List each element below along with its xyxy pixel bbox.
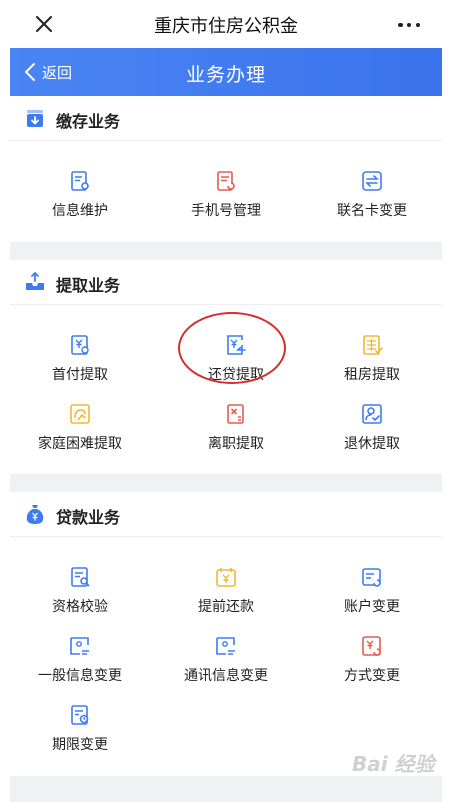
- app-header: 返回 业务办理: [10, 48, 442, 96]
- deposit-item-info-label: 信息维护: [52, 203, 108, 219]
- right-margin: [442, 0, 474, 802]
- deposit-item-phone[interactable]: 手机号管理: [156, 165, 296, 225]
- withdraw-item-resign[interactable]: 离职提取: [166, 398, 306, 458]
- window-title: 重庆市住房公积金: [154, 16, 298, 37]
- loan-item-qualify-label: 资格校验: [52, 599, 108, 615]
- more-dots-icon[interactable]: [398, 21, 420, 29]
- loan-item-contact-info-label: 通讯信息变更: [184, 668, 268, 684]
- deposit-section: 缴存业务 信息维护 手机号管理 联名卡变更: [10, 96, 442, 242]
- calendar-yen-icon: [216, 568, 236, 587]
- withdraw-section-header: 提取业务: [10, 260, 442, 305]
- withdraw-item-repay-label: 还贷提取: [208, 367, 264, 383]
- page-title: 业务办理: [185, 64, 266, 86]
- withdraw-item-downpay-label: 首付提取: [52, 367, 108, 383]
- loan-item-term[interactable]: 期限变更: [10, 699, 150, 759]
- withdraw-item-hardship-label: 家庭困难提取: [38, 436, 122, 452]
- withdraw-item-rent-label: 租房提取: [344, 367, 400, 383]
- yen-return-icon: [227, 335, 246, 355]
- info-change-icon: [70, 637, 89, 655]
- withdraw-item-retire-label: 退休提取: [344, 436, 400, 452]
- rent-doc-icon: [363, 335, 383, 355]
- deposit-section-title: 缴存业务: [56, 112, 121, 131]
- withdraw-section: 提取业务 首付提取 还贷提取 租房提取 家庭困难提取 离职提取 退休提取: [10, 260, 442, 474]
- loan-item-prepay-label: 提前还款: [198, 599, 254, 615]
- withdraw-section-title: 提取业务: [56, 276, 121, 295]
- yen-doc-icon: [71, 335, 89, 355]
- loan-item-contact-info[interactable]: 通讯信息变更: [156, 630, 296, 690]
- loan-section: 贷款业务 资格校验 提前还款 账户变更 一般信息变更 通讯信息变更 方式变更 期…: [10, 492, 442, 776]
- account-change-icon: [362, 568, 381, 587]
- deposit-box-icon: [27, 110, 43, 127]
- loan-item-method[interactable]: 方式变更: [302, 630, 442, 690]
- doc-refresh-icon: [217, 171, 235, 191]
- loan-item-method-label: 方式变更: [344, 668, 400, 684]
- loan-item-general-info-label: 一般信息变更: [38, 668, 122, 684]
- loan-item-qualify[interactable]: 资格校验: [10, 561, 150, 621]
- deposit-item-card[interactable]: 联名卡变更: [302, 165, 442, 225]
- withdraw-item-resign-label: 离职提取: [208, 436, 264, 452]
- deposit-section-header: 缴存业务: [10, 96, 442, 141]
- help-hand-icon: [70, 404, 90, 424]
- loan-item-general-info[interactable]: 一般信息变更: [10, 630, 150, 690]
- withdraw-item-hardship[interactable]: 家庭困难提取: [10, 398, 150, 458]
- doc-gear-icon: [71, 171, 89, 191]
- deposit-item-phone-label: 手机号管理: [191, 203, 261, 219]
- loan-item-prepay[interactable]: 提前还款: [156, 561, 296, 621]
- retire-person-icon: [362, 404, 382, 424]
- withdraw-item-rent[interactable]: 租房提取: [302, 329, 442, 389]
- page: 重庆市住房公积金 返回 业务办理 缴存业务 信息维护 手机号管理 联名卡变更 提…: [10, 0, 442, 802]
- deposit-item-info[interactable]: 信息维护: [10, 165, 150, 225]
- withdraw-item-downpay[interactable]: 首付提取: [10, 329, 150, 389]
- window-titlebar: 重庆市住房公积金: [10, 0, 442, 49]
- withdraw-tray-icon: [26, 271, 44, 290]
- withdraw-item-repay[interactable]: 还贷提取: [166, 329, 306, 389]
- money-bag-icon: [26, 505, 44, 524]
- withdraw-item-retire[interactable]: 退休提取: [302, 398, 442, 458]
- deposit-item-card-label: 联名卡变更: [337, 203, 407, 219]
- contact-change-icon: [216, 637, 235, 655]
- loan-item-account-label: 账户变更: [344, 599, 400, 615]
- term-clock-icon: [71, 705, 89, 725]
- card-exchange-icon: [362, 171, 382, 191]
- qualify-doc-icon: [71, 567, 90, 587]
- loan-section-header: 贷款业务: [10, 492, 442, 537]
- method-change-icon: [362, 636, 381, 656]
- resign-doc-icon: [227, 404, 244, 424]
- loan-item-term-label: 期限变更: [52, 737, 108, 753]
- watermark: Bai 经验: [352, 752, 435, 776]
- loan-item-account[interactable]: 账户变更: [302, 561, 442, 621]
- loan-section-title: 贷款业务: [56, 508, 121, 527]
